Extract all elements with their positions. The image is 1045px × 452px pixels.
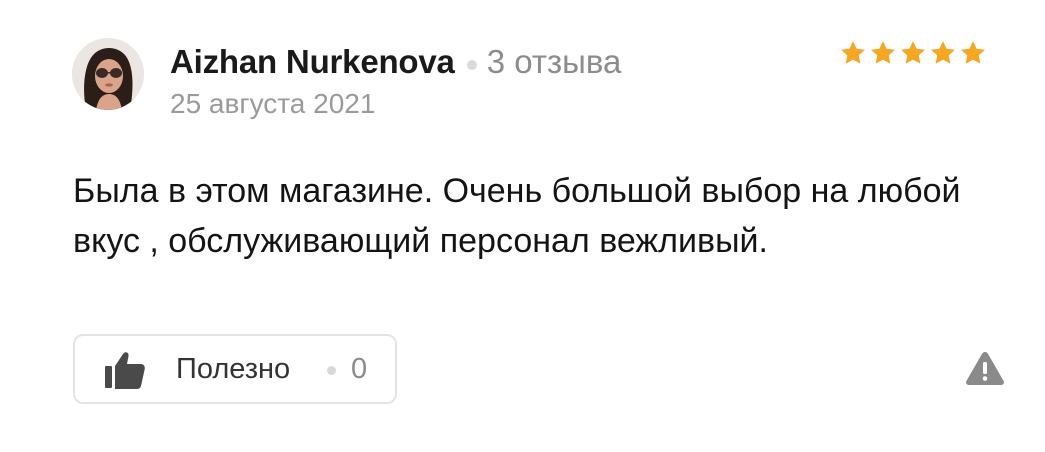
user-photo-icon <box>72 38 144 110</box>
thumbs-up-icon <box>105 352 145 389</box>
avatar[interactable] <box>72 38 144 110</box>
star-icon <box>961 41 985 64</box>
star-icon <box>901 41 925 64</box>
review-text: Была в этом магазине. Очень большой выбо… <box>73 172 961 260</box>
review-date: 25 августа 2021 <box>170 88 376 119</box>
star-icon <box>931 41 955 64</box>
warning-icon[interactable] <box>965 350 1005 386</box>
useful-label: Полезно <box>176 353 291 385</box>
useful-button[interactable]: Полезно 0 <box>73 334 397 404</box>
rating-stars <box>838 38 988 68</box>
useful-count: 0 <box>351 353 368 385</box>
author-row: Aizhan Nurkenova 3 отзыва <box>170 40 621 84</box>
author-name[interactable]: Aizhan Nurkenova <box>170 43 455 81</box>
author-reviews-count[interactable]: 3 отзыва <box>487 43 622 81</box>
review-card: Aizhan Nurkenova 3 отзыва 25 августа 202… <box>0 0 1045 452</box>
separator-dot <box>466 60 477 70</box>
separator-dot <box>327 366 336 375</box>
star-icon <box>841 41 865 64</box>
star-icon <box>871 41 895 64</box>
